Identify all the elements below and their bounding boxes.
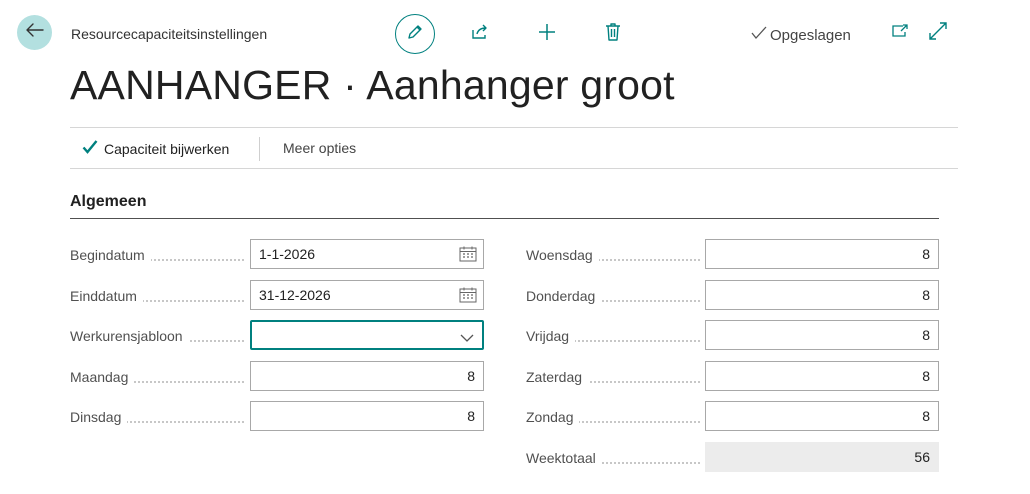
open-new-window-button[interactable] <box>889 23 911 43</box>
add-button[interactable] <box>527 14 567 54</box>
work-hour-template-label: Werkurensjabloon <box>70 328 189 344</box>
calendar-icon[interactable] <box>459 246 477 265</box>
edit-button[interactable] <box>395 14 435 54</box>
checkmark-icon <box>751 26 767 44</box>
open-in-new-window-icon <box>891 23 909 43</box>
wednesday-value: 8 <box>922 246 930 262</box>
update-capacity-label: Capaciteit bijwerken <box>104 140 230 157</box>
friday-value: 8 <box>922 327 930 343</box>
end-date-input[interactable]: 31-12-2026 <box>250 280 484 310</box>
action-bar: Capaciteit bijwerken Meer opties <box>70 127 958 169</box>
tuesday-label: Dinsdag <box>70 409 128 425</box>
field-row-week-total: Weektotaal 56 <box>526 442 939 472</box>
sunday-value: 8 <box>922 408 930 424</box>
end-date-label: Einddatum <box>70 288 143 304</box>
field-row-work-hour-template: Werkurensjabloon <box>70 320 484 350</box>
start-date-label: Begindatum <box>70 247 151 263</box>
tuesday-input[interactable]: 8 <box>250 401 484 431</box>
field-row-wednesday: Woensdag 8 <box>526 239 939 269</box>
start-date-input[interactable]: 1-1-2026 <box>250 239 484 269</box>
wednesday-input[interactable]: 8 <box>705 239 939 269</box>
section-title: Algemeen <box>70 193 147 210</box>
share-button[interactable] <box>460 14 500 54</box>
trash-icon <box>605 22 621 46</box>
thursday-value: 8 <box>922 287 930 303</box>
section-header-general[interactable]: Algemeen <box>70 193 939 219</box>
more-options-label: Meer opties <box>283 140 357 156</box>
saved-status: Opgeslagen <box>751 26 851 44</box>
sunday-label: Zondag <box>526 409 580 425</box>
end-date-value: 31-12-2026 <box>259 287 331 303</box>
friday-input[interactable]: 8 <box>705 320 939 350</box>
field-row-monday: Maandag 8 <box>70 361 484 391</box>
start-date-value: 1-1-2026 <box>259 246 316 262</box>
field-row-sunday: Zondag 8 <box>526 401 939 431</box>
monday-label: Maandag <box>70 369 135 385</box>
wednesday-label: Woensdag <box>526 247 599 263</box>
monday-value: 8 <box>467 368 475 384</box>
saturday-input[interactable]: 8 <box>705 361 939 391</box>
field-row-start-date: Begindatum 1-1-2026 <box>70 239 484 269</box>
chevron-down-icon[interactable] <box>460 330 474 346</box>
back-button[interactable] <box>17 15 52 50</box>
thursday-label: Donderdag <box>526 288 602 304</box>
sunday-input[interactable]: 8 <box>705 401 939 431</box>
delete-button[interactable] <box>593 14 633 54</box>
checkmark-icon <box>82 140 98 157</box>
thursday-input[interactable]: 8 <box>705 280 939 310</box>
expand-button[interactable] <box>927 21 949 45</box>
arrow-left-icon <box>25 23 44 42</box>
page-title: AANHANGER · Aanhanger groot <box>70 62 675 108</box>
expand-icon <box>929 21 947 45</box>
plus-icon <box>538 23 556 46</box>
breadcrumb: Resourcecapaciteitsinstellingen <box>71 26 268 42</box>
saturday-label: Zaterdag <box>526 369 589 385</box>
field-row-tuesday: Dinsdag 8 <box>70 401 484 431</box>
field-row-end-date: Einddatum 31-12-2026 <box>70 280 484 310</box>
tuesday-value: 8 <box>467 408 475 424</box>
week-total-label: Weektotaal <box>526 450 602 466</box>
field-row-thursday: Donderdag 8 <box>526 280 939 310</box>
week-total-value-box: 56 <box>705 442 939 472</box>
update-capacity-action[interactable]: Capaciteit bijwerken <box>82 140 229 157</box>
more-options-action[interactable]: Meer opties <box>283 140 356 156</box>
field-row-saturday: Zaterdag 8 <box>526 361 939 391</box>
monday-input[interactable]: 8 <box>250 361 484 391</box>
week-total-value: 56 <box>914 449 930 465</box>
pencil-icon <box>406 23 424 46</box>
saturday-value: 8 <box>922 368 930 384</box>
friday-label: Vrijdag <box>526 328 576 344</box>
saved-status-label: Opgeslagen <box>770 26 851 44</box>
calendar-icon[interactable] <box>459 287 477 306</box>
share-icon <box>471 24 489 45</box>
action-separator <box>259 137 260 161</box>
work-hour-template-select[interactable] <box>250 320 484 350</box>
field-row-friday: Vrijdag 8 <box>526 320 939 350</box>
